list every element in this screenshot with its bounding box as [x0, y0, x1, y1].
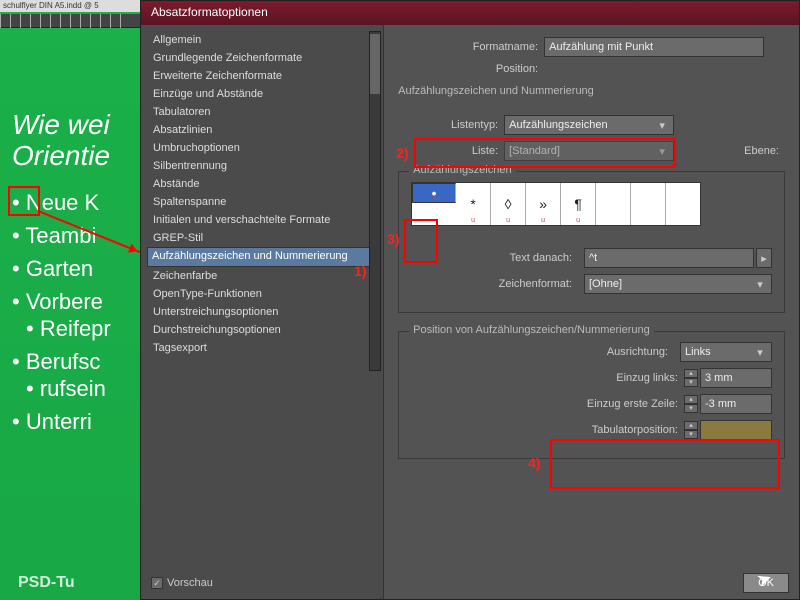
- group-legend: Position von Aufzählungszeichen/Nummerie…: [409, 324, 654, 336]
- sidebar-item[interactable]: Absatzlinien: [147, 121, 377, 139]
- chevron-down-icon: ▾: [753, 278, 767, 291]
- sidebar-item[interactable]: Einzüge und Abstände: [147, 85, 377, 103]
- doc-bullet-list: Neue K Teambi Garten Vorbere Reifepr Ber…: [12, 186, 111, 438]
- text-danach-field[interactable]: [584, 248, 754, 268]
- einzug-erste-stepper[interactable]: ▴▾: [684, 394, 772, 414]
- group-legend: Aufzählungszeichen: [409, 164, 515, 176]
- chevron-down-icon: ▾: [655, 119, 669, 132]
- list-item: Unterri: [12, 405, 111, 438]
- list-item: Teambi: [12, 219, 111, 252]
- listentyp-label: Listentyp:: [398, 119, 498, 131]
- sidebar-item[interactable]: Grundlegende Zeichenformate: [147, 49, 377, 67]
- bullet-glyph-grid: •u*u◊u»u¶u: [411, 182, 701, 226]
- document-canvas: schulflyer DIN A5.indd @ 5 Wie weiOrient…: [0, 0, 140, 600]
- sidebar-item[interactable]: GREP-Stil: [147, 229, 377, 247]
- section-heading: Aufzählungszeichen und Nummerierung: [398, 85, 785, 97]
- zeichenformat-dropdown[interactable]: [Ohne]▾: [584, 274, 772, 294]
- sidebar-item[interactable]: Zeichenfarbe: [147, 267, 377, 285]
- document-tab[interactable]: schulflyer DIN A5.indd @ 5: [0, 0, 140, 12]
- sidebar-scrollbar[interactable]: [369, 31, 381, 371]
- liste-label: Liste:: [398, 145, 498, 157]
- chevron-down-icon: ▾: [655, 145, 669, 158]
- ok-button[interactable]: OK: [743, 573, 789, 593]
- list-item: rufsein: [26, 372, 111, 405]
- vorschau-label: Vorschau: [167, 577, 213, 589]
- text-danach-label: Text danach:: [510, 252, 572, 264]
- list-item: Garten: [12, 252, 111, 285]
- bullet-glyph-cell[interactable]: »u: [526, 183, 561, 225]
- bullets-group: Aufzählungszeichen •u*u◊u»u¶u Text danac…: [398, 171, 785, 313]
- tabpos-label: Tabulatorposition:: [592, 424, 678, 436]
- einzug-erste-field[interactable]: [700, 394, 772, 414]
- bullet-glyph-cell[interactable]: *u: [456, 183, 491, 225]
- sidebar-item[interactable]: Unterstreichungsoptionen: [147, 303, 377, 321]
- bullet-glyph-cell[interactable]: [666, 183, 700, 225]
- category-sidebar: AllgemeinGrundlegende ZeichenformateErwe…: [141, 25, 384, 599]
- dialog-titlebar[interactable]: Absatzformatoptionen: [141, 1, 799, 25]
- einzug-erste-label: Einzug erste Zeile:: [587, 398, 678, 410]
- step-up-icon[interactable]: ▴: [684, 395, 698, 404]
- sidebar-item[interactable]: Initialen und verschachtelte Formate: [147, 211, 377, 229]
- step-down-icon[interactable]: ▾: [684, 404, 698, 413]
- ebene-label: Ebene:: [744, 145, 779, 157]
- bullet-glyph-cell[interactable]: •u: [412, 183, 456, 203]
- step-down-icon[interactable]: ▾: [684, 430, 698, 439]
- sidebar-item[interactable]: OpenType-Funktionen: [147, 285, 377, 303]
- doc-heading: Wie weiOrientie: [12, 110, 111, 172]
- text-danach-menu[interactable]: ▸: [756, 248, 772, 268]
- sidebar-item[interactable]: Erweiterte Zeichenformate: [147, 67, 377, 85]
- sidebar-item[interactable]: Aufzählungszeichen und Nummerierung: [147, 247, 377, 267]
- sidebar-item[interactable]: Silbentrennung: [147, 157, 377, 175]
- panel-bullets-numbering: Formatname: Position: Aufzählungszeichen…: [384, 25, 799, 599]
- position-group: Position von Aufzählungszeichen/Nummerie…: [398, 331, 785, 459]
- einzug-links-stepper[interactable]: ▴▾: [684, 368, 772, 388]
- chevron-down-icon: ▾: [753, 346, 767, 359]
- watermark: PSD-Tu: [18, 574, 75, 592]
- bullet-glyph-cell[interactable]: [596, 183, 631, 225]
- sidebar-item[interactable]: Allgemein: [147, 31, 377, 49]
- ausrichtung-label: Ausrichtung:: [607, 346, 668, 358]
- bullet-glyph-cell[interactable]: ¶u: [561, 183, 596, 225]
- liste-dropdown[interactable]: [Standard]▾: [504, 141, 674, 161]
- step-up-icon[interactable]: ▴: [684, 421, 698, 430]
- sidebar-item[interactable]: Durchstreichungsoptionen: [147, 321, 377, 339]
- sidebar-item[interactable]: Umbruchoptionen: [147, 139, 377, 157]
- ruler: [0, 14, 140, 28]
- step-up-icon[interactable]: ▴: [684, 369, 698, 378]
- listentyp-dropdown[interactable]: Aufzählungszeichen▾: [504, 115, 674, 135]
- sidebar-item[interactable]: Abstände: [147, 175, 377, 193]
- bullet-glyph-cell[interactable]: [631, 183, 666, 225]
- einzug-links-field[interactable]: [700, 368, 772, 388]
- position-label: Position:: [398, 63, 538, 75]
- sidebar-item[interactable]: Spaltenspanne: [147, 193, 377, 211]
- sidebar-item[interactable]: Tabulatoren: [147, 103, 377, 121]
- formatname-field[interactable]: [544, 37, 764, 57]
- checkbox-icon: ✓: [151, 577, 163, 589]
- sidebar-item[interactable]: Tagsexport: [147, 339, 377, 357]
- chevron-down-icon: ▸: [761, 252, 767, 265]
- tabpos-stepper[interactable]: ▴▾: [684, 420, 772, 440]
- list-item: Reifepr: [26, 312, 111, 345]
- einzug-links-label: Einzug links:: [616, 372, 678, 384]
- zeichenformat-label: Zeichenformat:: [499, 278, 572, 290]
- formatname-label: Formatname:: [398, 41, 538, 53]
- vorschau-checkbox[interactable]: ✓ Vorschau: [151, 577, 213, 589]
- tabpos-field[interactable]: [700, 420, 772, 440]
- paragraph-style-options-dialog: Absatzformatoptionen AllgemeinGrundlegen…: [140, 0, 800, 600]
- ausrichtung-dropdown[interactable]: Links▾: [680, 342, 772, 362]
- step-down-icon[interactable]: ▾: [684, 378, 698, 387]
- bullet-glyph-cell[interactable]: ◊u: [491, 183, 526, 225]
- list-item: Neue K: [12, 186, 111, 219]
